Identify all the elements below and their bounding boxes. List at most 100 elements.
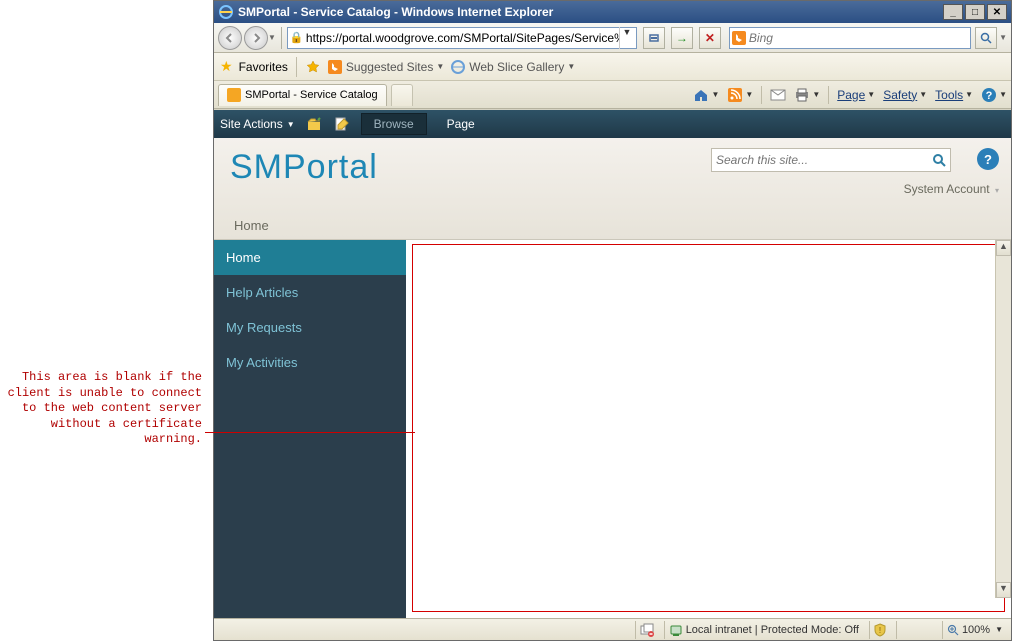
svg-text:!: !: [879, 626, 881, 635]
chevron-down-icon: ▼: [812, 90, 820, 99]
page-favicon-icon: [227, 88, 241, 102]
back-button[interactable]: [218, 26, 242, 50]
status-done: [218, 621, 629, 639]
sidenav-item-help-articles[interactable]: Help Articles: [214, 275, 406, 310]
site-actions-label: Site Actions: [220, 117, 283, 131]
edit-page-button[interactable]: [333, 115, 351, 133]
favorites-bar: ★ Favorites Suggested Sites ▼ Web Slice …: [214, 53, 1011, 81]
zoom-level-label: 100%: [962, 624, 990, 636]
sidenav-item-home[interactable]: Home: [214, 240, 406, 275]
chevron-down-icon: ▼: [745, 90, 753, 99]
scroll-down-button[interactable]: ▼: [996, 582, 1011, 598]
separator: [296, 57, 297, 77]
lock-icon: 🔒: [290, 31, 304, 44]
portal-body: Home Help Articles My Requests My Activi…: [214, 240, 1011, 618]
separator: [761, 86, 762, 104]
zoom-control[interactable]: 100% ▼: [942, 621, 1007, 639]
forward-button[interactable]: [244, 26, 268, 50]
ie-window: SMPortal - Service Catalog - Windows Int…: [213, 0, 1012, 641]
portal-header: SMPortal ? System Account ▾ Home: [214, 138, 1011, 240]
svg-text:?: ?: [986, 90, 993, 102]
favorites-star-icon[interactable]: ★: [220, 58, 233, 75]
command-bar: ▼ ▼ ▼ Page ▼: [693, 86, 1007, 104]
account-menu[interactable]: System Account ▾: [904, 182, 999, 196]
portal-search-input[interactable]: [716, 153, 932, 167]
page-menu[interactable]: Page ▼: [837, 88, 875, 102]
page-menu-label: Page: [837, 88, 865, 102]
help-icon: ?: [981, 87, 997, 103]
chevron-down-icon: ▼: [287, 120, 295, 129]
security-zone-label: Local intranet | Protected Mode: Off: [686, 624, 859, 636]
tools-menu-label: Tools: [935, 88, 963, 102]
chevron-down-icon: ▼: [919, 90, 927, 99]
nav-history-dropdown[interactable]: ▼: [268, 33, 276, 42]
main-content-area: [406, 240, 1011, 618]
search-box[interactable]: [729, 27, 971, 49]
ribbon-tab-page[interactable]: Page: [437, 114, 485, 134]
separator: [828, 86, 829, 104]
maximize-button[interactable]: □: [965, 4, 985, 20]
chevron-down-icon: ▼: [965, 90, 973, 99]
tools-menu[interactable]: Tools ▼: [935, 88, 973, 102]
suggested-sites-label: Suggested Sites: [346, 60, 433, 74]
side-nav: Home Help Articles My Requests My Activi…: [214, 240, 406, 618]
new-tab-button[interactable]: [391, 84, 413, 106]
web-slice-gallery-link[interactable]: Web Slice Gallery ▼: [450, 59, 575, 75]
protected-mode-toggle[interactable]: !: [869, 621, 890, 639]
portal-help-button[interactable]: ?: [977, 148, 999, 170]
annotation-leader-line: [205, 432, 415, 433]
bing-icon: [732, 31, 746, 45]
home-button[interactable]: ▼: [693, 87, 719, 103]
suggested-sites-link[interactable]: Suggested Sites ▼: [327, 59, 444, 75]
search-icon[interactable]: [932, 153, 946, 167]
scroll-up-button[interactable]: ▲: [996, 240, 1011, 256]
tab-active[interactable]: SMPortal - Service Catalog: [218, 84, 387, 106]
highlight-box: [412, 244, 1005, 612]
address-bar[interactable]: 🔒 ▼: [287, 27, 637, 49]
site-actions-menu[interactable]: Site Actions ▼: [220, 117, 295, 131]
print-button[interactable]: ▼: [794, 87, 820, 103]
ribbon-tab-browse[interactable]: Browse: [361, 113, 427, 135]
search-provider-dropdown[interactable]: ▼: [999, 33, 1007, 42]
topnav-home[interactable]: Home: [230, 213, 273, 238]
search-go-button[interactable]: [975, 27, 997, 49]
stop-button[interactable]: ✕: [699, 27, 721, 49]
status-bar: Local intranet | Protected Mode: Off ! 1…: [214, 618, 1011, 640]
account-label: System Account: [904, 182, 990, 196]
search-input[interactable]: [749, 31, 968, 45]
close-button[interactable]: ✕: [987, 4, 1007, 20]
navigate-up-button[interactable]: [305, 115, 323, 133]
sidenav-item-my-requests[interactable]: My Requests: [214, 310, 406, 345]
minimize-button[interactable]: _: [943, 4, 963, 20]
page-content: Site Actions ▼ Browse Page SMPortal ?: [214, 109, 1011, 618]
safety-menu[interactable]: Safety ▼: [883, 88, 927, 102]
web-slice-label: Web Slice Gallery: [469, 60, 564, 74]
read-mail-button[interactable]: [770, 87, 786, 103]
compat-view-button[interactable]: [643, 27, 665, 49]
tab-title: SMPortal - Service Catalog: [245, 89, 378, 101]
annotation-callout: This area is blank if the client is unab…: [0, 370, 210, 448]
go-refresh-button[interactable]: →: [671, 27, 693, 49]
mail-icon: [770, 87, 786, 103]
chevron-down-icon: ▾: [995, 186, 999, 195]
add-to-favbar-icon[interactable]: [305, 59, 321, 75]
intranet-zone-icon: [669, 623, 683, 637]
chevron-down-icon: ▼: [995, 625, 1003, 634]
security-zone[interactable]: Local intranet | Protected Mode: Off: [664, 621, 863, 639]
portal-search[interactable]: [711, 148, 951, 172]
favorites-label[interactable]: Favorites: [239, 60, 288, 74]
safety-menu-label: Safety: [883, 88, 917, 102]
help-button[interactable]: ? ▼: [981, 87, 1007, 103]
url-input[interactable]: [306, 29, 619, 47]
chevron-down-icon: ▼: [711, 90, 719, 99]
vertical-scrollbar[interactable]: ▲ ▼: [995, 240, 1011, 598]
address-dropdown[interactable]: ▼: [619, 27, 634, 49]
suggested-sites-icon: [327, 59, 343, 75]
feeds-button[interactable]: ▼: [727, 87, 753, 103]
chevron-down-icon: ▼: [999, 90, 1007, 99]
shield-warn-icon: !: [874, 623, 886, 637]
home-icon: [693, 87, 709, 103]
window-titlebar: SMPortal - Service Catalog - Windows Int…: [214, 1, 1011, 23]
sidenav-item-my-activities[interactable]: My Activities: [214, 345, 406, 380]
popup-blocker-button[interactable]: [635, 621, 658, 639]
